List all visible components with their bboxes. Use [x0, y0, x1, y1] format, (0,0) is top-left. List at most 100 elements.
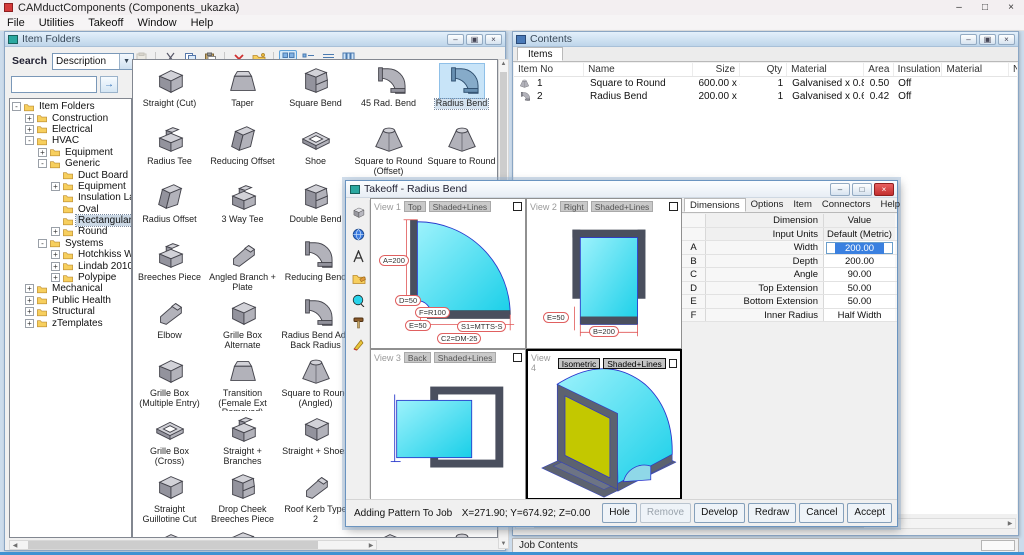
component-item[interactable]: Straight + Shoes [279, 411, 352, 469]
view-1[interactable]: View 1 Top Shaded+Lines A=200 D=50 F=R10… [370, 198, 526, 349]
dimension-value-field[interactable]: 50.00 [824, 281, 895, 294]
orientation-cube-icon[interactable] [349, 203, 368, 221]
component-item[interactable]: Grille Box (Cross) [133, 411, 206, 469]
view-orientation-button[interactable]: Top [403, 201, 426, 212]
menu-help[interactable]: Help [184, 17, 221, 29]
component-item[interactable]: Square to Round (Angled) [279, 353, 352, 411]
component-item[interactable]: Angled Branch + Plate [206, 237, 279, 295]
tab-options[interactable]: Options [746, 198, 789, 212]
contents-titlebar[interactable]: Contents – ▣ × [513, 32, 1018, 47]
dimension-value-field[interactable]: 200.00 [824, 254, 895, 267]
component-item[interactable]: Square to Round (Offset) [352, 121, 425, 179]
tree-expander-icon[interactable]: + [25, 284, 34, 294]
search-go-icon[interactable]: → [100, 76, 118, 93]
tree-expander-icon[interactable]: + [25, 295, 34, 305]
component-item[interactable]: Radius Tee [133, 121, 206, 179]
tree-expander-icon[interactable] [51, 205, 60, 214]
component-item[interactable]: Grille Box (Multiple Entry) [133, 353, 206, 411]
tree-item[interactable]: + Mechanical [25, 283, 131, 294]
close-icon[interactable]: × [874, 182, 894, 196]
tree-expander-icon[interactable]: + [25, 113, 34, 123]
component-item[interactable]: Taper [206, 63, 279, 121]
scroll-up-icon[interactable]: ▲ [499, 61, 508, 67]
tree-expander-icon[interactable]: + [38, 147, 47, 157]
draw-feather-icon[interactable] [349, 335, 368, 353]
component-item[interactable]: Radius Offset [133, 179, 206, 237]
tree-item[interactable]: + Polypipe [51, 272, 131, 283]
tools-hammer-icon[interactable] [349, 313, 368, 331]
tree-item[interactable]: - HVAC [25, 135, 131, 146]
column-header-material[interactable]: Material [787, 63, 865, 76]
close-icon[interactable]: × [485, 33, 502, 45]
scroll-right-icon[interactable]: ▶ [1005, 520, 1015, 527]
component-item[interactable]: 3 Way Tee [206, 179, 279, 237]
restore-icon[interactable]: ▣ [466, 33, 483, 45]
tree-expander-icon[interactable]: + [25, 124, 34, 134]
restore-icon[interactable]: ▣ [979, 33, 996, 45]
dimension-value-field[interactable]: Half Width [824, 308, 895, 321]
tree-item[interactable]: + Equipment [38, 147, 131, 158]
dialog-button[interactable]: Redraw [747, 503, 797, 523]
component-item[interactable]: Square to Round [425, 121, 497, 179]
column-header-size[interactable]: Size [693, 63, 741, 76]
tree-item[interactable]: + Public Health [25, 295, 131, 306]
chevron-down-icon[interactable]: ▼ [119, 53, 134, 69]
minimize-icon[interactable]: – [946, 2, 972, 13]
component-item[interactable]: Straight Guillotine Cut [133, 469, 206, 527]
dialog-button[interactable]: Accept [847, 503, 892, 523]
tree-expander-icon[interactable]: - [12, 102, 21, 112]
view-maximize-icon[interactable] [513, 202, 522, 211]
minimize-icon[interactable]: – [960, 33, 977, 45]
column-header-qty[interactable]: Qty [740, 63, 788, 76]
column-header-name[interactable]: Name [584, 63, 694, 76]
tree-expander-icon[interactable]: + [51, 261, 60, 271]
tab-help[interactable]: Help [875, 198, 905, 212]
view-maximize-icon[interactable] [669, 202, 678, 211]
tree-expander-icon[interactable]: + [51, 227, 60, 237]
dialog-button[interactable]: Cancel [799, 503, 845, 523]
minimize-icon[interactable]: – [830, 182, 850, 196]
tree-item[interactable]: + Electrical [25, 124, 131, 135]
tree-expander-icon[interactable]: - [25, 136, 34, 146]
view-mode-button[interactable]: Shaded+Lines [603, 357, 666, 369]
view-orientation-button[interactable]: Back [403, 352, 431, 363]
tree-item[interactable]: + Construction [25, 112, 131, 124]
view-maximize-icon[interactable] [513, 353, 522, 362]
tree-item[interactable]: + Hotchkiss Wolverhampt [51, 249, 131, 260]
component-item[interactable]: Elbow [133, 295, 206, 353]
render-globe-icon[interactable] [349, 225, 368, 243]
tree-item[interactable]: - Generic [38, 158, 131, 169]
component-item[interactable]: Shoe [279, 121, 352, 179]
item-properties-icon[interactable] [349, 269, 368, 287]
component-item[interactable]: Roof Kerb Type 2 [279, 469, 352, 527]
tree-item[interactable]: Duct Board [51, 169, 131, 181]
component-item[interactable]: Straight + Branches [206, 411, 279, 469]
annotation-text-icon[interactable] [349, 247, 368, 265]
view-mode-button[interactable]: Shaded+Lines [433, 352, 497, 363]
tree-item[interactable]: + Lindab 2010 [51, 260, 131, 272]
dimension-value-field[interactable]: 50.00 [824, 295, 895, 308]
tree-item[interactable]: + Structural [25, 306, 131, 317]
column-header-partial[interactable]: N [1009, 63, 1017, 76]
tree-item[interactable]: + Round [51, 226, 131, 237]
component-item[interactable]: Breeches Piece [133, 237, 206, 295]
column-header-item-no[interactable]: Item No [514, 63, 585, 76]
view-orientation-button[interactable]: Right [559, 201, 588, 212]
shading-circle-icon[interactable] [349, 291, 368, 309]
menu-window[interactable]: Window [130, 17, 183, 29]
tab-dimensions[interactable]: Dimensions [684, 198, 746, 212]
tree-horizontal-scrollbar[interactable]: ◀ ▶ [9, 540, 377, 550]
tree-expander-icon[interactable]: + [51, 273, 60, 283]
component-item[interactable]: Reducing Bend [279, 237, 352, 295]
table-row[interactable]: 2 Radius Bend 200.00 x 20... 1 Galvanise… [514, 90, 1017, 104]
tree-expander-icon[interactable] [51, 193, 60, 202]
component-item[interactable]: Radius Bend Adj' Back Radius [279, 295, 352, 353]
dialog-button[interactable]: Develop [694, 503, 745, 523]
component-item[interactable]: Reducing Offset [206, 121, 279, 179]
tree-item[interactable]: - Item Folders [12, 101, 131, 112]
item-folders-titlebar[interactable]: Item Folders – ▣ × [5, 32, 505, 47]
component-item[interactable]: Double Bend [279, 179, 352, 237]
tree-expander-icon[interactable]: - [38, 238, 47, 248]
view-4[interactable]: View 4 Isometric Shaded+Lines [526, 349, 682, 500]
component-item[interactable] [352, 527, 425, 538]
